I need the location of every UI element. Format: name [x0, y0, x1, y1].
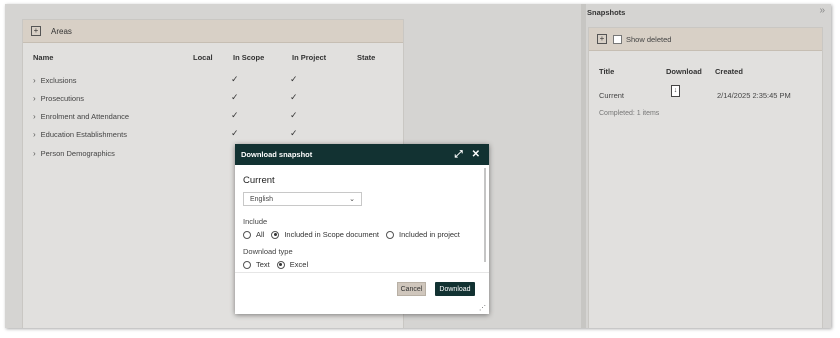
resize-handle-icon[interactable]: ⋰: [479, 304, 486, 312]
area-row-person-demographics[interactable]: › Person Demographics: [33, 147, 115, 159]
in-scope-check: ✓: [231, 74, 239, 84]
app-frame: + Areas Name Local In Scope In Project S…: [5, 4, 831, 328]
col-name[interactable]: Name: [33, 53, 53, 62]
dialog-header: Download snapshot ⤢ ✕: [235, 144, 489, 165]
include-label: Include: [243, 217, 268, 226]
col-local[interactable]: Local: [193, 53, 213, 62]
area-row-education[interactable]: › Education Establishments: [33, 128, 127, 140]
snapshots-panel: Snapshots » + Show deleted Title Downloa…: [586, 4, 831, 328]
download-snapshot-dialog: Download snapshot ⤢ ✕ Current English ⌄ …: [235, 144, 489, 314]
area-row-label: Enrolment and Attendance: [40, 111, 130, 121]
type-option-excel[interactable]: Excel: [276, 260, 309, 269]
snapshot-created-cell: 2/14/2025 2:35:45 PM: [717, 91, 791, 100]
completed-count: Completed: 1 items: [599, 110, 660, 117]
collapse-panel-icon[interactable]: »: [819, 5, 825, 16]
radio-selected-icon[interactable]: [271, 230, 280, 239]
radio-label: Included in Scope document: [284, 230, 379, 239]
include-option-project[interactable]: Included in project: [386, 230, 460, 239]
col-in-project[interactable]: In Project: [292, 53, 326, 62]
download-type-radio-group: Text Excel: [243, 260, 315, 269]
dialog-scrollbar[interactable]: [484, 168, 486, 262]
area-row-label: Person Demographics: [40, 148, 115, 158]
show-deleted-label: Show deleted: [626, 34, 672, 44]
dialog-title: Download snapshot: [241, 150, 313, 159]
chevron-right-icon[interactable]: ›: [33, 76, 36, 85]
in-project-check: ✓: [290, 128, 298, 138]
dialog-subtitle: Current: [243, 175, 275, 186]
show-deleted-checkbox[interactable]: [613, 34, 622, 44]
cancel-button[interactable]: Cancel: [397, 282, 426, 296]
snapshot-title-cell[interactable]: Current: [599, 91, 624, 100]
area-row-label: Prosecutions: [40, 93, 85, 103]
radio-icon[interactable]: [386, 230, 394, 239]
area-row-enrolment[interactable]: › Enrolment and Attendance: [33, 110, 129, 122]
radio-label: Included in project: [399, 230, 460, 239]
radio-selected-icon[interactable]: [276, 260, 285, 269]
in-project-check: ✓: [290, 92, 298, 102]
language-select[interactable]: English ⌄: [243, 192, 362, 206]
areas-title: Areas: [51, 26, 72, 36]
download-file-icon[interactable]: ↓: [671, 85, 680, 97]
col-in-scope[interactable]: In Scope: [233, 53, 264, 62]
snapshots-box: + Show deleted Title Download Created Cu…: [588, 27, 823, 328]
add-snapshot-icon[interactable]: +: [597, 34, 607, 44]
radio-label: Text: [256, 260, 270, 269]
col-title[interactable]: Title: [599, 67, 614, 76]
expand-icon[interactable]: ⤢: [455, 149, 463, 160]
chevron-right-icon[interactable]: ›: [33, 94, 36, 103]
snapshots-title: Snapshots: [587, 8, 626, 17]
language-select-value: English: [250, 195, 273, 203]
in-project-check: ✓: [290, 110, 298, 120]
col-download[interactable]: Download: [666, 67, 702, 76]
col-state[interactable]: State: [357, 53, 375, 62]
chevron-down-icon: ⌄: [349, 196, 355, 203]
in-scope-check: ✓: [231, 110, 239, 120]
download-type-label: Download type: [243, 247, 293, 256]
area-row-prosecutions[interactable]: › Prosecutions: [33, 92, 84, 104]
area-row-label: Exclusions: [40, 75, 77, 85]
close-icon[interactable]: ✕: [472, 149, 480, 160]
area-row-exclusions[interactable]: › Exclusions: [33, 74, 77, 86]
radio-label: Excel: [289, 260, 309, 269]
radio-icon[interactable]: [243, 260, 251, 269]
snapshots-toolbar: + Show deleted: [589, 28, 822, 51]
add-area-icon[interactable]: +: [31, 26, 41, 36]
radio-icon[interactable]: [243, 230, 251, 239]
type-option-text[interactable]: Text: [243, 260, 270, 269]
col-created[interactable]: Created: [715, 67, 743, 76]
in-scope-check: ✓: [231, 92, 239, 102]
area-row-label: Education Establishments: [40, 129, 127, 139]
areas-header: + Areas: [23, 20, 403, 43]
chevron-right-icon[interactable]: ›: [33, 130, 36, 139]
include-radio-group: All Included in Scope document Included …: [243, 230, 467, 239]
include-option-scope[interactable]: Included in Scope document: [271, 230, 379, 239]
include-option-all[interactable]: All: [243, 230, 264, 239]
dialog-footer-divider: [235, 272, 489, 273]
download-button[interactable]: Download: [435, 282, 475, 296]
in-project-check: ✓: [290, 74, 298, 84]
chevron-right-icon[interactable]: ›: [33, 149, 36, 158]
radio-label: All: [256, 230, 265, 239]
chevron-right-icon[interactable]: ›: [33, 112, 36, 121]
in-scope-check: ✓: [231, 128, 239, 138]
